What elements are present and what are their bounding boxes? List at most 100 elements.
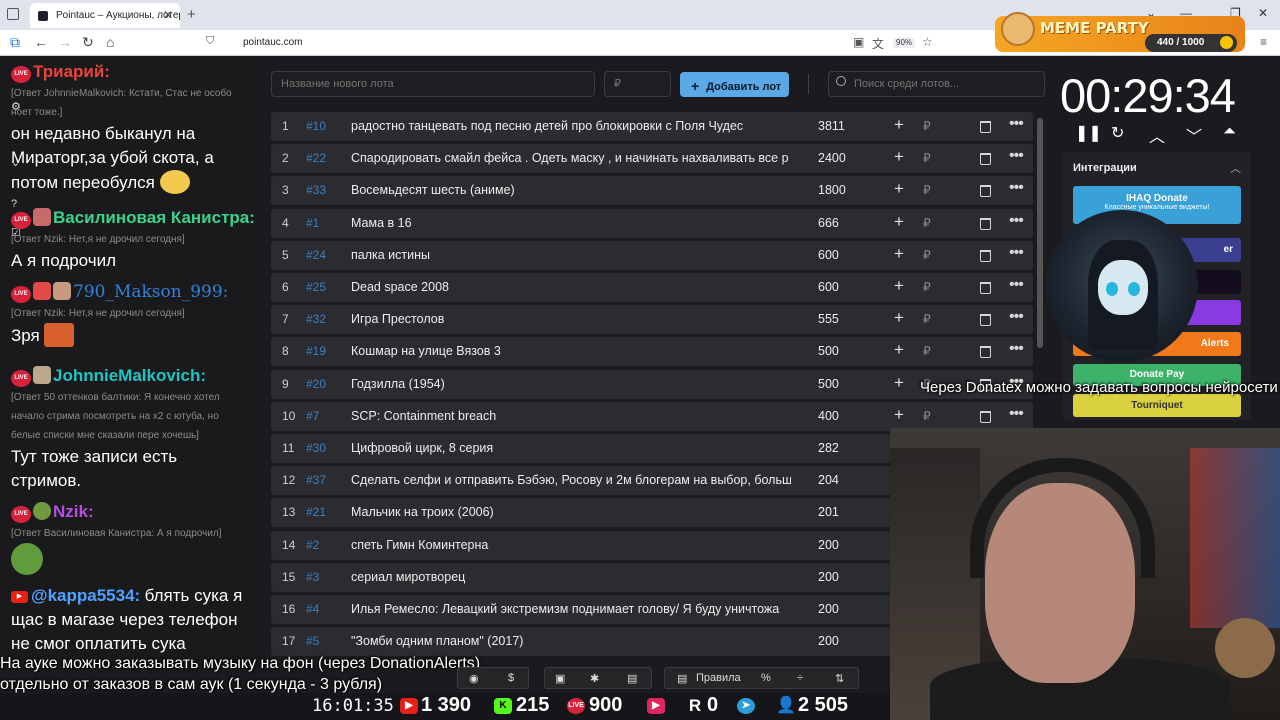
add-amount-icon[interactable]: + [894,244,904,264]
lot-name[interactable]: палка истины [351,248,791,262]
ruble-icon[interactable]: ₽ [923,183,931,197]
dollar-icon[interactable]: $ [508,672,514,684]
scrollbar[interactable] [1037,118,1043,348]
ruble-icon[interactable]: ₽ [923,216,931,230]
lot-amount[interactable]: 282 [818,441,839,455]
lot-amount[interactable]: 204 [818,473,839,487]
zoom-level[interactable]: 90% [893,37,916,48]
delete-icon[interactable] [980,346,991,359]
menu-icon[interactable]: ≡ [1260,35,1267,49]
back-icon[interactable]: ← [34,34,48,50]
lot-name[interactable]: спеть Гимн Коминтерна [351,538,791,552]
percent-icon[interactable]: % [761,672,771,684]
lot-amount[interactable]: 200 [818,602,839,616]
delete-icon[interactable] [980,121,991,133]
add-amount-icon[interactable]: + [894,147,904,167]
add-amount-icon[interactable]: + [894,212,904,232]
ruble-icon[interactable]: ₽ [923,280,931,294]
bug-icon[interactable]: ✱ [590,672,599,685]
lot-amount[interactable]: 200 [818,634,839,648]
ruble-icon[interactable]: ₽ [923,344,931,358]
split-icon[interactable]: ÷ [797,672,803,684]
add-amount-icon[interactable]: + [894,405,904,425]
window-close-icon[interactable]: ✕ [1258,6,1268,20]
ruble-icon[interactable]: ₽ [923,119,931,133]
lot-amount[interactable]: 600 [818,248,839,262]
delete-icon[interactable] [980,314,991,327]
lot-row[interactable]: 8 #19 Кошмар на улице Вязов 3 500 + ₽ ••• [271,337,1033,367]
more-options-icon[interactable]: ••• [1009,276,1024,294]
forward-icon[interactable]: → [58,34,72,50]
lot-amount[interactable]: 200 [818,538,839,552]
lot-name[interactable]: SCP: Containment breach [351,409,791,423]
collapse-icon[interactable]: ︿ [1230,160,1241,176]
lot-name[interactable]: Мама в 16 [351,216,791,230]
lot-amount[interactable]: 555 [818,312,839,326]
lot-row[interactable]: 11 #30 Цифровой цирк, 8 серия 282 [271,434,891,463]
lot-amount-input[interactable] [604,71,671,97]
add-amount-icon[interactable]: + [894,179,904,199]
lot-amount[interactable]: 1800 [818,183,846,197]
new-lot-input[interactable] [271,71,595,97]
lot-name[interactable]: Илья Ремесло: Левацкий экстремизм подним… [351,602,791,616]
lot-amount[interactable]: 2400 [818,151,846,165]
translate-icon[interactable]: 文 [872,35,884,52]
lot-amount[interactable]: 666 [818,216,839,230]
lot-amount[interactable]: 3811 [818,119,845,133]
rules-button[interactable]: Правила [696,672,741,684]
tourniquet-button[interactable]: Tourniquet [1073,394,1241,417]
lot-name[interactable]: Мальчик на троих (2006) [351,505,791,519]
lot-amount[interactable]: 500 [818,344,839,358]
tab-close-icon[interactable]: ✕ [163,8,173,22]
more-options-icon[interactable]: ••• [1009,308,1024,326]
lot-amount[interactable]: 201 [818,505,839,519]
lot-name[interactable]: Цифровой цирк, 8 серия [351,441,791,455]
github-icon[interactable]: ◉ [469,672,479,685]
lot-name[interactable]: радостно танцевать под песню детей про б… [351,119,791,133]
lot-name[interactable]: сериал миротворец [351,570,791,584]
chevron-up-icon[interactable]: ︿ [1149,123,1165,147]
tab-actions-icon[interactable] [7,8,19,20]
lot-row[interactable]: 14 #2 спеть Гимн Коминтерна 200 [271,530,891,560]
lot-name[interactable]: Игра Престолов [351,312,791,326]
sort-icon[interactable]: ⇅ [835,672,844,685]
delete-icon[interactable] [980,282,991,294]
reader-icon[interactable]: ▣ [853,35,864,49]
more-options-icon[interactable]: ••• [1009,115,1024,133]
lot-row[interactable]: 15 #3 сериал миротворец 200 [271,562,891,592]
double-up-icon[interactable]: ⏶ [1223,123,1236,141]
lot-name[interactable]: Dead space 2008 [351,280,791,294]
lot-name[interactable]: Годзилла (1954) [351,377,791,391]
delete-icon[interactable] [980,249,991,262]
reload-icon[interactable]: ↻ [82,34,94,51]
lot-row[interactable]: 2 #22 Спародировать смайл фейса . Одеть ма… [271,144,1033,174]
delete-icon[interactable] [980,217,991,230]
delete-icon[interactable] [980,153,991,166]
lot-name[interactable]: Сделать селфи и отправить Бэбэю, Росову … [351,473,791,487]
more-options-icon[interactable]: ••• [1009,212,1024,230]
lot-row[interactable]: 10 #7 SCP: Containment breach 400 + ₽ ••• [271,401,1033,431]
lot-row[interactable]: 13 #21 Мальчик на троих (2006) 201 [271,498,891,528]
lot-name[interactable]: "Зомби одним планом" (2017) [351,634,791,648]
ruble-icon[interactable]: ₽ [923,409,931,423]
lot-row[interactable]: 5 #24 палка истины 600 + ₽ ••• [271,240,1033,270]
save-icon[interactable]: ▣ [555,672,565,685]
home-icon[interactable]: ⌂ [106,34,114,50]
lot-row[interactable]: 3 #33 Восемьдесят шесть (аниме) 1800 + ₽ ••• [271,176,1033,206]
ruble-icon[interactable]: ₽ [923,151,931,165]
clear-icon[interactable]: ▤ [627,672,637,685]
lot-row[interactable]: 6 #25 Dead space 2008 600 + ₽ ••• [271,273,1033,302]
new-tab-icon[interactable]: + [187,6,196,23]
reset-icon[interactable]: ↻ [1111,123,1124,143]
search-lots-input[interactable] [828,71,1045,97]
add-amount-icon[interactable]: + [894,115,904,135]
url-field[interactable]: pointauc.com [243,37,302,48]
lot-row[interactable]: 1 #10 радостно танцевать под песню детей п… [271,112,1033,141]
more-options-icon[interactable]: ••• [1009,340,1024,358]
more-options-icon[interactable]: ••• [1009,405,1024,423]
pause-icon[interactable]: ❚❚ [1075,123,1102,143]
add-amount-icon[interactable]: + [894,308,904,328]
bookmark-star-icon[interactable]: ☆ [922,35,933,49]
ruble-icon[interactable]: ₽ [923,248,931,262]
lot-row[interactable]: 4 #1 Мама в 16 666 + ₽ ••• [271,208,1033,238]
